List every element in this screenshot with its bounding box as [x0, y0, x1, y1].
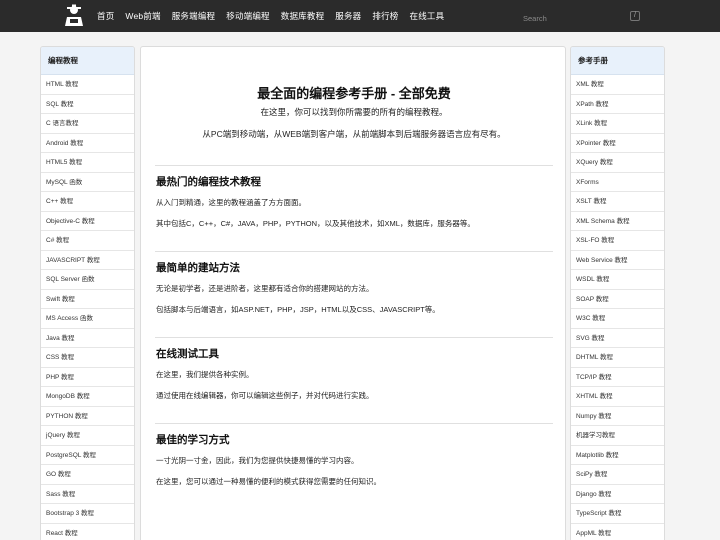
hero-subtitle-1: 在这里，你可以找到你所需要的所有的编程教程。 [260, 107, 448, 117]
sidebar-link[interactable]: GO 教程 [41, 465, 134, 485]
sidebar-link[interactable]: SQL 教程 [41, 95, 134, 114]
sidebar-link[interactable]: XML Schema 教程 [571, 212, 664, 231]
section-line: 从入门到精通，这里的教程涵盖了方方面面。 [156, 198, 306, 207]
section-line: 其中包括C，C++，C#，JAVA，PHP，PYTHON，以及其他技术，如XML… [156, 219, 475, 228]
hero: 最全面的编程参考手册 - 全部免费 在这里，你可以找到你所需要的所有的编程教程。… [141, 47, 567, 165]
sidebar-link[interactable]: AppML 教程 [571, 524, 664, 540]
nav-server-programming[interactable]: 服务端编程 [172, 10, 216, 22]
section-line: 在这里，我们提供各种实例。 [156, 370, 254, 379]
sidebar-link[interactable]: W3C 教程 [571, 309, 664, 329]
main-nav: 首页 Web前端 服务端编程 移动端编程 数据库教程 服务器 排行榜 在线工具 [97, 0, 455, 32]
sidebar-link[interactable]: TypeScript 教程 [571, 504, 664, 524]
section-popular: 最热门的编程技术教程 从入门到精通，这里的教程涵盖了方方面面。 其中包括C，C+… [155, 165, 553, 228]
sidebar-link[interactable]: SQL Server 函数 [41, 270, 134, 290]
nav-online-tools[interactable]: 在线工具 [410, 10, 445, 22]
sidebar-link[interactable]: C# 教程 [41, 231, 134, 251]
sidebar-link[interactable]: Swift 教程 [41, 290, 134, 309]
sidebar-link[interactable]: Android 教程 [41, 134, 134, 153]
nav-database[interactable]: 数据库教程 [281, 10, 325, 22]
main-content: 最全面的编程参考手册 - 全部免费 在这里，你可以找到你所需要的所有的编程教程。… [140, 46, 566, 540]
sidebar-link[interactable]: XPath 教程 [571, 95, 664, 114]
sidebar-link[interactable]: HTML5 教程 [41, 153, 134, 173]
section-title: 在线测试工具 [156, 348, 219, 360]
sidebar-link[interactable]: Web Service 教程 [571, 251, 664, 270]
sidebar-link[interactable]: XLink 教程 [571, 114, 664, 134]
section-line: 在这里，您可以通过一种易懂的便利的模式获得您需要的任何知识。 [156, 477, 381, 486]
section-line: 包括脚本与后端语言，如ASP.NET，PHP，JSP，HTML以及CSS、JAV… [156, 305, 440, 314]
sidebar-link[interactable]: PHP 教程 [41, 368, 134, 387]
sidebar-link[interactable]: SVG 教程 [571, 329, 664, 348]
left-sidebar-title: 编程教程 [41, 47, 134, 75]
nav-ranking[interactable]: 排行榜 [372, 10, 398, 22]
sidebar-link[interactable]: JAVASCRIPT 教程 [41, 251, 134, 270]
sidebar-link[interactable]: XML 教程 [571, 75, 664, 95]
sidebar-link[interactable]: Numpy 教程 [571, 407, 664, 426]
sidebar-link[interactable]: MS Access 函数 [41, 309, 134, 329]
sidebar-link[interactable]: CSS 教程 [41, 348, 134, 368]
section-title: 最简单的建站方法 [156, 262, 240, 274]
section-title: 最佳的学习方式 [156, 434, 230, 446]
right-sidebar-title: 参考手册 [571, 47, 664, 75]
sidebar-link[interactable]: C++ 教程 [41, 192, 134, 212]
sidebar-link[interactable]: XPointer 教程 [571, 134, 664, 153]
sidebar-link[interactable]: MySQL 函数 [41, 173, 134, 192]
top-navbar: 首页 Web前端 服务端编程 移动端编程 数据库教程 服务器 排行榜 在线工具 … [0, 0, 720, 32]
sidebar-link[interactable]: HTML 教程 [41, 75, 134, 95]
section-learning: 最佳的学习方式 一寸光阴一寸金，因此，我们为您提供快捷易懂的学习内容。 在这里，… [155, 423, 553, 486]
section-online-tools: 在线测试工具 在这里，我们提供各种实例。 通过使用在线编辑器，你可以编辑这些例子… [155, 337, 553, 400]
nav-mobile-programming[interactable]: 移动端编程 [226, 10, 270, 22]
search-shortcut-key: / [630, 11, 640, 21]
section-title: 最热门的编程技术教程 [156, 176, 261, 188]
sidebar-link[interactable]: XHTML 教程 [571, 387, 664, 407]
search-input[interactable] [516, 10, 644, 27]
sidebar-link[interactable]: TCP/IP 教程 [571, 368, 664, 387]
nav-server[interactable]: 服务器 [335, 10, 361, 22]
sidebar-link[interactable]: SOAP 教程 [571, 290, 664, 309]
nav-home[interactable]: 首页 [97, 10, 114, 22]
sidebar-link[interactable]: Objective-C 教程 [41, 212, 134, 231]
sidebar-link[interactable]: Bootstrap 3 教程 [41, 504, 134, 524]
sidebar-link[interactable]: C 语言教程 [41, 114, 134, 134]
sidebar-link[interactable]: XSLT 教程 [571, 192, 664, 212]
sidebar-link[interactable]: jQuery 教程 [41, 426, 134, 446]
site-logo-icon[interactable] [64, 4, 84, 28]
left-sidebar: 编程教程 HTML 教程 SQL 教程 C 语言教程 Android 教程 HTML5 … [40, 46, 135, 540]
section-line: 通过使用在线编辑器，你可以编辑这些例子，并对代码进行实践。 [156, 391, 374, 400]
sidebar-link[interactable]: MongoDB 教程 [41, 387, 134, 407]
sidebar-link[interactable]: PYTHON 教程 [41, 407, 134, 426]
right-sidebar: 参考手册 XML 教程 XPath 教程 XLink 教程 XPointer 教程 XQ… [570, 46, 665, 540]
sidebar-link[interactable]: Java 教程 [41, 329, 134, 348]
sidebar-link[interactable]: React 教程 [41, 524, 134, 540]
section-line: 无论是初学者，还是进阶者，这里都有适合你的搭建网站的方法。 [156, 284, 374, 293]
nav-web-frontend[interactable]: Web前端 [125, 10, 160, 22]
sidebar-link[interactable]: XSL-FO 教程 [571, 231, 664, 251]
sidebar-link[interactable]: XForms [571, 173, 664, 192]
sidebar-link[interactable]: WSDL 教程 [571, 270, 664, 290]
sidebar-link[interactable]: PostgreSQL 教程 [41, 446, 134, 465]
sidebar-link[interactable]: Sass 教程 [41, 485, 134, 504]
sidebar-link[interactable]: 机器学习教程 [571, 426, 664, 446]
page-title: 最全面的编程参考手册 - 全部免费 [257, 86, 451, 101]
sidebar-link[interactable]: Matplotlib 教程 [571, 446, 664, 465]
sidebar-link[interactable]: XQuery 教程 [571, 153, 664, 173]
section-line: 一寸光阴一寸金，因此，我们为您提供快捷易懂的学习内容。 [156, 456, 359, 465]
sidebar-link[interactable]: Django 教程 [571, 485, 664, 504]
sidebar-link[interactable]: DHTML 教程 [571, 348, 664, 368]
sidebar-link[interactable]: SciPy 教程 [571, 465, 664, 485]
search-box: / [516, 8, 644, 27]
section-site-building: 最简单的建站方法 无论是初学者，还是进阶者，这里都有适合你的搭建网站的方法。 包… [155, 251, 553, 314]
hero-subtitle-2: 从PC端到移动端，从WEB端到客户端，从前端脚本到后端服务器语言应有尽有。 [202, 129, 506, 139]
